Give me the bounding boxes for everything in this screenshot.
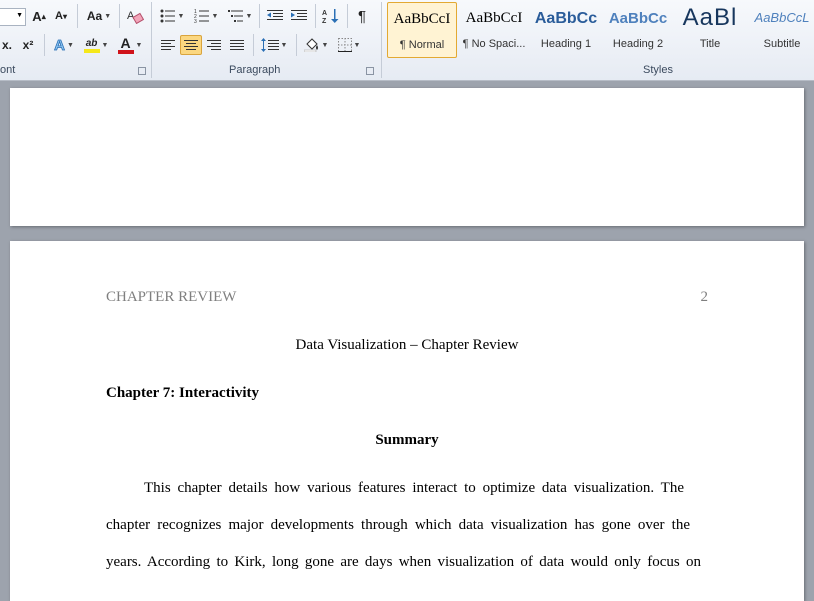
justify-icon bbox=[230, 40, 244, 50]
shading-button[interactable]: ▼ bbox=[302, 35, 330, 55]
line-spacing-icon bbox=[260, 38, 279, 52]
style-sample: AaBbCcI bbox=[393, 11, 451, 27]
justify-button[interactable] bbox=[227, 35, 247, 55]
strikethrough-label: x. bbox=[1, 38, 12, 52]
increase-indent-button[interactable] bbox=[288, 6, 310, 26]
borders-icon bbox=[337, 38, 352, 52]
style-sample: AaBl bbox=[682, 4, 738, 31]
style-subtitle[interactable]: AaBbCcL Subtitle bbox=[747, 2, 814, 58]
clear-formatting-icon: A bbox=[127, 10, 144, 24]
chapter-heading: Chapter 7: Interactivity bbox=[106, 385, 260, 401]
style-no-spaci[interactable]: AaBbCcI ¶ No Spaci... bbox=[459, 2, 529, 58]
grow-font-button[interactable]: A ▴ bbox=[30, 6, 48, 26]
paint-bucket-icon bbox=[303, 38, 318, 52]
style-sample: AaBbCc bbox=[608, 10, 668, 27]
style-sample: AaBbCc bbox=[534, 10, 598, 27]
svg-text:A: A bbox=[127, 10, 135, 22]
style-name: Heading 1 bbox=[540, 38, 592, 50]
body-line: This chapter details how various feature… bbox=[144, 480, 684, 496]
style-name: Subtitle bbox=[763, 38, 801, 50]
highlight-button[interactable]: ab ▼ bbox=[81, 35, 111, 55]
font-group-label: ont bbox=[0, 64, 16, 76]
increase-indent-icon bbox=[291, 10, 307, 20]
text-effects-label: A bbox=[54, 36, 66, 54]
style-title[interactable]: AaBl Title bbox=[675, 2, 745, 58]
style-sample: AaBbCcL bbox=[754, 10, 810, 25]
superscript-button[interactable]: x² bbox=[18, 35, 38, 55]
document-page[interactable]: CHAPTER REVIEW 2 Data Visualization – Ch… bbox=[10, 241, 804, 601]
body-line: chapter recognizes major developments th… bbox=[106, 517, 690, 533]
strikethrough-button[interactable]: x. bbox=[0, 35, 14, 55]
page-number: 2 bbox=[700, 289, 709, 305]
font-color-button[interactable]: A ▼ bbox=[114, 35, 146, 55]
bullets-button[interactable]: ▼ bbox=[158, 6, 186, 26]
change-case-label: Aa bbox=[86, 9, 103, 23]
font-color-bar bbox=[117, 50, 134, 54]
ribbon: ▼ A▴ A▾ Aa▼ A x. x² A▼ ab ▼ A ▼ ont bbox=[0, 0, 814, 81]
text-effects-button[interactable]: A ▼ bbox=[50, 35, 78, 55]
shrink-font-button[interactable]: A ▾ bbox=[52, 6, 70, 26]
style-heading-2[interactable]: AaBbCc Heading 2 bbox=[603, 2, 673, 58]
style-heading-1[interactable]: AaBbCc Heading 1 bbox=[531, 2, 601, 58]
styles-group-label: Styles bbox=[643, 64, 673, 76]
bullets-icon bbox=[160, 9, 175, 23]
style-sample: AaBbCcI bbox=[465, 10, 523, 26]
numbering-icon: 1 2 3 bbox=[194, 9, 209, 23]
multilevel-list-button[interactable]: ▼ bbox=[226, 6, 254, 26]
numbering-button[interactable]: 1 2 3 ▼ bbox=[192, 6, 220, 26]
show-formatting-marks-button[interactable]: ¶ bbox=[352, 6, 372, 26]
style-name: Heading 2 bbox=[612, 38, 664, 50]
style-name: ¶ No Spaci... bbox=[462, 38, 526, 50]
pilcrow-icon: ¶ bbox=[357, 7, 367, 25]
section-heading: Summary bbox=[375, 432, 439, 448]
borders-button[interactable]: ▼ bbox=[335, 35, 363, 55]
style-normal[interactable]: AaBbCcI ¶ Normal bbox=[387, 2, 457, 58]
svg-text:Z: Z bbox=[322, 18, 327, 24]
clear-formatting-button[interactable]: A bbox=[124, 6, 146, 26]
multilevel-list-icon bbox=[227, 10, 243, 22]
style-name: ¶ Normal bbox=[399, 39, 445, 51]
paragraph-group-label: Paragraph bbox=[229, 64, 281, 76]
highlight-label: ab bbox=[85, 37, 98, 49]
line-spacing-button[interactable]: ▼ bbox=[259, 35, 289, 55]
previous-page bbox=[10, 88, 804, 226]
grow-font-label: A bbox=[32, 8, 42, 24]
svg-text:3: 3 bbox=[194, 19, 197, 23]
sort-icon: A Z bbox=[322, 9, 339, 24]
highlight-color-bar bbox=[83, 48, 100, 53]
decrease-indent-icon bbox=[267, 10, 283, 20]
font-size-box[interactable]: ▼ bbox=[0, 8, 26, 26]
align-center-button[interactable] bbox=[180, 35, 202, 55]
decrease-indent-button[interactable] bbox=[264, 6, 286, 26]
chevron-down-icon: ▼ bbox=[16, 12, 23, 19]
font-dialog-launcher-icon[interactable] bbox=[138, 67, 146, 75]
paragraph-dialog-launcher-icon[interactable] bbox=[366, 67, 374, 75]
align-center-icon bbox=[184, 40, 198, 50]
sort-button[interactable]: A Z bbox=[320, 6, 342, 26]
style-name: Title bbox=[699, 38, 721, 50]
change-case-button[interactable]: Aa ▼ bbox=[84, 6, 114, 26]
styles-gallery: AaBbCcI ¶ Normal AaBbCcI ¶ No Spaci... AaBbC… bbox=[385, 0, 814, 62]
align-left-icon bbox=[161, 40, 175, 50]
body-line: years. According to Kirk, long gone are … bbox=[106, 554, 701, 570]
align-right-button[interactable] bbox=[204, 35, 224, 55]
superscript-label: x² bbox=[22, 38, 34, 52]
align-left-button[interactable] bbox=[158, 35, 178, 55]
font-color-label: A bbox=[120, 35, 131, 51]
shrink-font-label: A bbox=[55, 10, 63, 22]
running-header-title: CHAPTER REVIEW bbox=[106, 289, 237, 305]
document-title: Data Visualization – Chapter Review bbox=[295, 337, 519, 353]
svg-text:A: A bbox=[322, 10, 327, 17]
align-right-icon bbox=[207, 40, 221, 50]
